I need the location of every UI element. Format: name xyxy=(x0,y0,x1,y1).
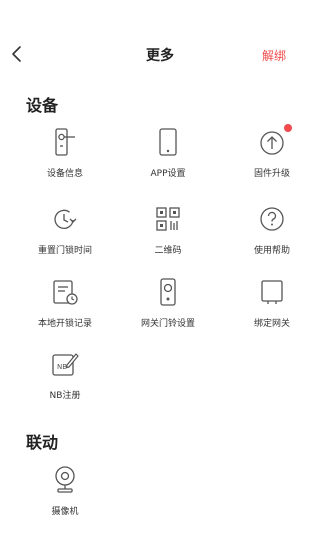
bind-gateway-item[interactable]: 绑定网关 xyxy=(219,276,320,329)
firmware-upgrade-icon xyxy=(260,131,284,155)
unbind-button[interactable]: 解绑 xyxy=(262,47,286,64)
device-info-item[interactable]: 设备信息 xyxy=(12,126,118,179)
qr-code-icon xyxy=(156,207,180,231)
app-settings-item[interactable]: APP设置 xyxy=(115,126,221,179)
app-settings-label: APP设置 xyxy=(150,169,186,179)
camera-label: 摄像机 xyxy=(51,507,79,517)
unlock-record-icon xyxy=(53,280,78,305)
reset-lock-time-item[interactable]: 重置门锁时间 xyxy=(12,203,118,256)
svg-text:NB: NB xyxy=(57,363,67,371)
firmware-upgrade-label: 固件升级 xyxy=(253,169,290,179)
section-title-device: 设备 xyxy=(26,96,59,115)
gateway-doorbell-icon xyxy=(160,278,176,306)
qr-code-label: 二维码 xyxy=(154,246,182,256)
bind-gateway-label: 绑定网关 xyxy=(253,319,290,329)
clock-reset-icon xyxy=(54,209,77,229)
camera-icon xyxy=(55,466,75,493)
device-info-label: 设备信息 xyxy=(46,169,83,179)
firmware-upgrade-item[interactable]: 固件升级 xyxy=(219,124,320,179)
help-item[interactable]: 使用帮助 xyxy=(219,203,320,256)
nb-register-label: NB注册 xyxy=(49,391,81,401)
nb-register-item[interactable]: NB NB注册 xyxy=(12,348,118,401)
nb-register-icon: NB xyxy=(52,353,79,376)
gateway-bind-icon xyxy=(261,280,283,304)
door-lock-info-icon xyxy=(55,128,75,156)
help-icon xyxy=(260,207,284,231)
gateway-doorbell-label: 网关门铃设置 xyxy=(140,319,195,329)
unlock-record-item[interactable]: 本地开锁记录 xyxy=(12,276,118,329)
firmware-badge xyxy=(284,124,292,132)
unlock-record-label: 本地开锁记录 xyxy=(37,319,92,329)
phone-settings-icon xyxy=(159,128,177,156)
help-label: 使用帮助 xyxy=(253,246,290,256)
camera-item[interactable]: 摄像机 xyxy=(12,464,118,517)
reset-lock-time-label: 重置门锁时间 xyxy=(37,246,92,256)
section-title-linkage: 联动 xyxy=(26,433,59,452)
gateway-doorbell-item[interactable]: 网关门铃设置 xyxy=(115,276,221,329)
qr-code-item[interactable]: 二维码 xyxy=(115,203,221,256)
